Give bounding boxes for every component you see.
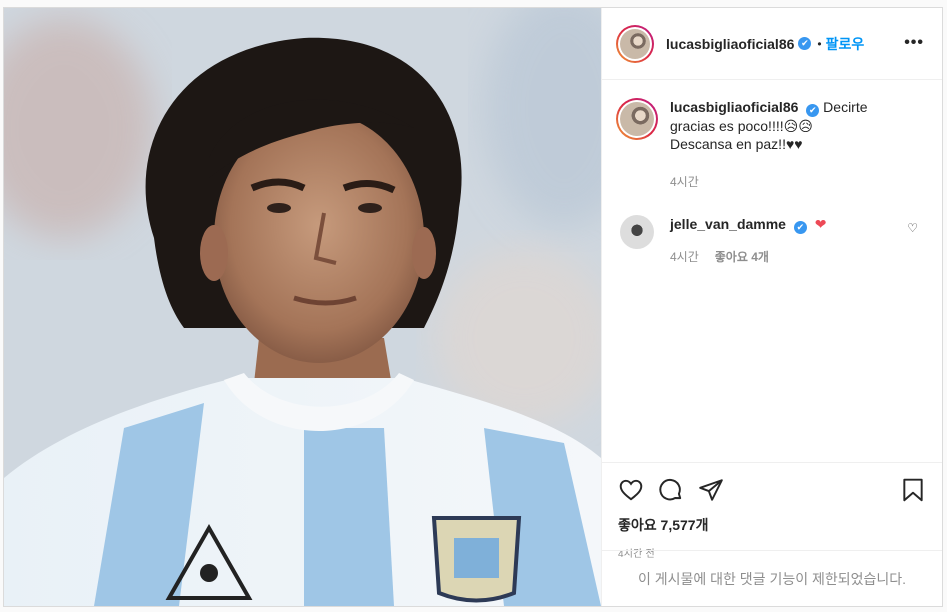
- post-dialog: lucasbigliaoficial86 ✔ • 팔로우 ••• lucasbi…: [3, 7, 943, 607]
- portrait-image: [4, 8, 601, 606]
- like-heart-icon[interactable]: [618, 477, 644, 503]
- author-username[interactable]: lucasbigliaoficial86: [666, 36, 794, 52]
- caption: lucasbigliaoficial86 ✔ Decirte gracias e…: [616, 98, 928, 191]
- comments-list: lucasbigliaoficial86 ✔ Decirte gracias e…: [602, 80, 942, 266]
- comment-bubble-icon[interactable]: [658, 477, 684, 503]
- post-photo[interactable]: [4, 8, 601, 606]
- verified-badge-icon: ✔: [806, 104, 820, 117]
- post-likes-count[interactable]: 좋아요 7,577개: [618, 515, 926, 535]
- comments-disabled-notice: 이 게시물에 대한 댓글 기능이 제한되었습니다.: [602, 550, 942, 606]
- follow-button[interactable]: 팔로우: [826, 34, 865, 54]
- comment-text: ❤: [814, 216, 827, 232]
- post-actions: 좋아요 7,577개 4시간 전: [602, 462, 942, 560]
- post-side-panel: lucasbigliaoficial86 ✔ • 팔로우 ••• lucasbi…: [601, 8, 942, 606]
- share-paper-plane-icon[interactable]: [698, 477, 724, 503]
- comment-username[interactable]: jelle_van_damme: [670, 216, 786, 232]
- separator-dot: •: [817, 36, 822, 51]
- verified-badge-icon: ✔: [798, 37, 812, 50]
- caption-username[interactable]: lucasbigliaoficial86: [670, 99, 798, 115]
- comment-item: jelle_van_damme ✔ ❤ 4시간 좋아요 4개 ♡: [616, 215, 928, 266]
- caption-text-line2: Descansa en paz!!♥♥: [670, 136, 803, 152]
- comment-likes[interactable]: 좋아요 4개: [715, 248, 769, 266]
- more-options-icon[interactable]: •••: [904, 34, 924, 52]
- verified-badge-icon: ✔: [793, 221, 807, 234]
- comment-like-heart-icon[interactable]: ♡: [907, 221, 918, 235]
- comment-time[interactable]: 4시간: [670, 248, 699, 266]
- caption-avatar[interactable]: [616, 98, 658, 140]
- caption-time[interactable]: 4시간: [670, 173, 699, 191]
- post-header: lucasbigliaoficial86 ✔ • 팔로우 •••: [602, 8, 942, 80]
- author-avatar[interactable]: [616, 24, 654, 63]
- bookmark-icon[interactable]: [900, 477, 926, 503]
- commenter-avatar[interactable]: [620, 215, 654, 249]
